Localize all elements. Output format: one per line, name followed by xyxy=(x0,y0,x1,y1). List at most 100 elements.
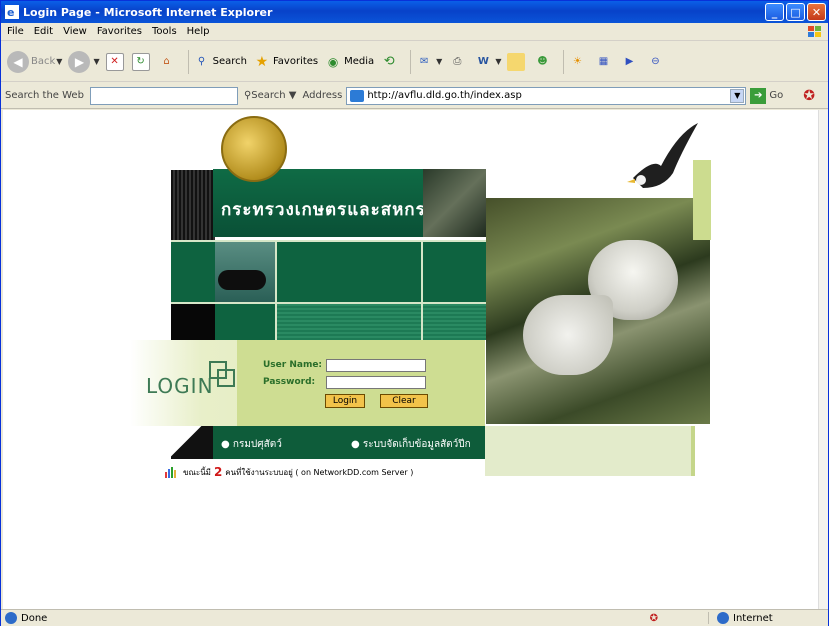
nav-bar: ● กรมปศุสัตว์ ● ระบบจัดเก็บข้อมูลสัตว์ปี… xyxy=(213,426,485,459)
mosaic-line-2 xyxy=(171,302,486,304)
bamboo-leaf-block xyxy=(171,426,213,459)
search-web-input[interactable] xyxy=(89,86,238,105)
address-label: Address xyxy=(302,90,343,101)
mosaic-texture xyxy=(275,302,486,340)
window-title: Login Page - Microsoft Internet Explorer xyxy=(23,5,273,19)
password-label: Password: xyxy=(263,377,316,387)
mosaic-line-4 xyxy=(421,240,423,340)
favorites-button[interactable]: ★ Favorites xyxy=(253,53,318,71)
stop-button[interactable]: ✕ xyxy=(105,52,126,71)
print-icon: ⎙ xyxy=(453,56,462,67)
search-button[interactable]: ⚲ Search xyxy=(193,53,247,71)
internet-globe-icon xyxy=(717,612,729,624)
home-button[interactable]: ⌂ xyxy=(158,53,178,71)
menu-view[interactable]: View xyxy=(63,26,87,37)
online-count: 2 xyxy=(213,465,223,479)
address-dropdown[interactable]: ▼ xyxy=(730,88,745,103)
history-icon: ⟲ xyxy=(383,54,395,69)
sun-icon: ☀ xyxy=(573,56,582,67)
star-icon: ★ xyxy=(255,53,269,70)
search-icon: ⚲ xyxy=(197,56,206,67)
menu-tools[interactable]: Tools xyxy=(152,26,177,37)
search-web-label: Search the Web xyxy=(5,90,84,101)
extra-button-4[interactable]: ⊖ xyxy=(646,53,666,71)
messenger-button[interactable]: ☻ xyxy=(533,53,553,71)
edit-button[interactable]: W ▼ xyxy=(474,53,502,71)
search-label: Search xyxy=(212,56,247,67)
eagle-icon xyxy=(627,123,698,188)
login-button[interactable]: Login xyxy=(325,394,365,408)
dark-texture-block xyxy=(171,170,215,240)
back-button[interactable]: ◀ Back ▼ xyxy=(7,50,62,73)
username-input[interactable] xyxy=(326,359,426,372)
mosaic-line-1 xyxy=(171,240,486,242)
status-text: Done xyxy=(21,612,48,624)
refresh-button[interactable]: ↻ xyxy=(131,52,152,71)
bird-photo-small xyxy=(423,169,486,237)
online-users-line: ขณะนี้มี 2 คนที่ใช้งานระบบอยู่ ( on Netw… xyxy=(165,465,413,479)
status-bar: Done ✪ Internet xyxy=(1,609,828,626)
history-button[interactable]: ⟲ xyxy=(380,53,400,71)
online-suffix: คนที่ใช้งานระบบอยู่ ( on NetworkDD.com S… xyxy=(225,467,414,477)
mosaic-line-3 xyxy=(275,240,277,340)
circle-icon: ⊖ xyxy=(651,56,660,67)
folder-icon xyxy=(507,52,526,71)
page-done-icon xyxy=(5,612,17,624)
vertical-scrollbar[interactable] xyxy=(818,110,828,609)
bar-chart-icon xyxy=(165,467,176,478)
dark-block-lower xyxy=(171,302,215,340)
stop-icon: ✕ xyxy=(105,52,124,71)
mail-button[interactable]: ✉ ▼ xyxy=(415,53,442,71)
search-web-button-label: Search xyxy=(251,90,286,101)
extra-button-2[interactable]: ▦ xyxy=(594,53,614,71)
nav-link-poultry-system[interactable]: ● ระบบจัดเก็บข้อมูลสัตว์ปีก xyxy=(351,437,471,452)
login-window-icon xyxy=(209,361,235,387)
home-icon: ⌂ xyxy=(163,56,170,67)
menu-help[interactable]: Help xyxy=(187,26,210,37)
zone-text: Internet xyxy=(733,612,773,624)
close-button[interactable]: ✕ xyxy=(807,3,826,21)
play-icon: ▶ xyxy=(625,56,634,67)
title-bar: e Login Page - Microsoft Internet Explor… xyxy=(1,1,828,23)
menu-favorites[interactable]: Favorites xyxy=(97,26,142,37)
forward-button[interactable]: ▶ ▼ xyxy=(68,50,100,73)
footer-accent xyxy=(691,426,695,476)
page-icon xyxy=(350,89,365,102)
go-arrow-icon: ➔ xyxy=(750,87,767,104)
media-icon: ◉ xyxy=(327,54,339,69)
extra-button-1[interactable]: ☀ xyxy=(568,53,588,71)
zone-indicator: Internet xyxy=(708,612,828,624)
word-icon: W xyxy=(477,56,489,67)
footer-green-block xyxy=(485,426,691,476)
toolbar-extension-icon[interactable]: ✪ xyxy=(803,88,815,104)
minimize-button[interactable]: _ xyxy=(765,3,784,21)
loon-body xyxy=(218,270,266,290)
back-label: Back xyxy=(31,56,56,67)
search-web-button[interactable]: ⚲Search ▼ xyxy=(244,90,297,101)
nav-link-livestock-dept[interactable]: ● กรมปศุสัตว์ xyxy=(221,437,282,452)
password-input[interactable] xyxy=(326,376,426,389)
forward-arrow-icon: ▶ xyxy=(68,50,91,73)
bird-wing-highlight xyxy=(523,295,613,375)
privacy-icon: ✪ xyxy=(649,612,658,624)
print-button[interactable]: ⎙ xyxy=(448,53,468,71)
refresh-icon: ↻ xyxy=(131,52,150,71)
ministry-title: กระทรวงเกษตรและสหกรณ์ xyxy=(221,200,443,220)
menu-edit[interactable]: Edit xyxy=(34,26,53,37)
go-button[interactable]: ➔ Go xyxy=(750,87,783,104)
login-heading: LOGIN xyxy=(146,374,214,398)
clear-button[interactable]: Clear xyxy=(380,394,428,408)
messenger-icon: ☻ xyxy=(537,56,548,67)
extra-button-3[interactable]: ▶ xyxy=(620,53,640,71)
media-label: Media xyxy=(344,56,375,67)
page-content: กระทรวงเกษตรและสหกรณ์ LOGIN User Name: P… xyxy=(3,110,818,609)
address-bar: Search the Web ⚲Search ▼ Address http://… xyxy=(1,83,828,109)
menu-file[interactable]: File xyxy=(7,26,24,37)
discuss-button[interactable] xyxy=(507,52,527,71)
maximize-button[interactable]: □ xyxy=(786,3,805,21)
media-button[interactable]: ◉ Media xyxy=(324,53,374,71)
menu-bar: File Edit View Favorites Tools Help xyxy=(1,23,828,41)
address-input[interactable]: http://avflu.dld.go.th/index.asp ▼ xyxy=(346,86,747,105)
url-text: http://avflu.dld.go.th/index.asp xyxy=(367,90,522,101)
window-icon: ▦ xyxy=(598,56,609,67)
